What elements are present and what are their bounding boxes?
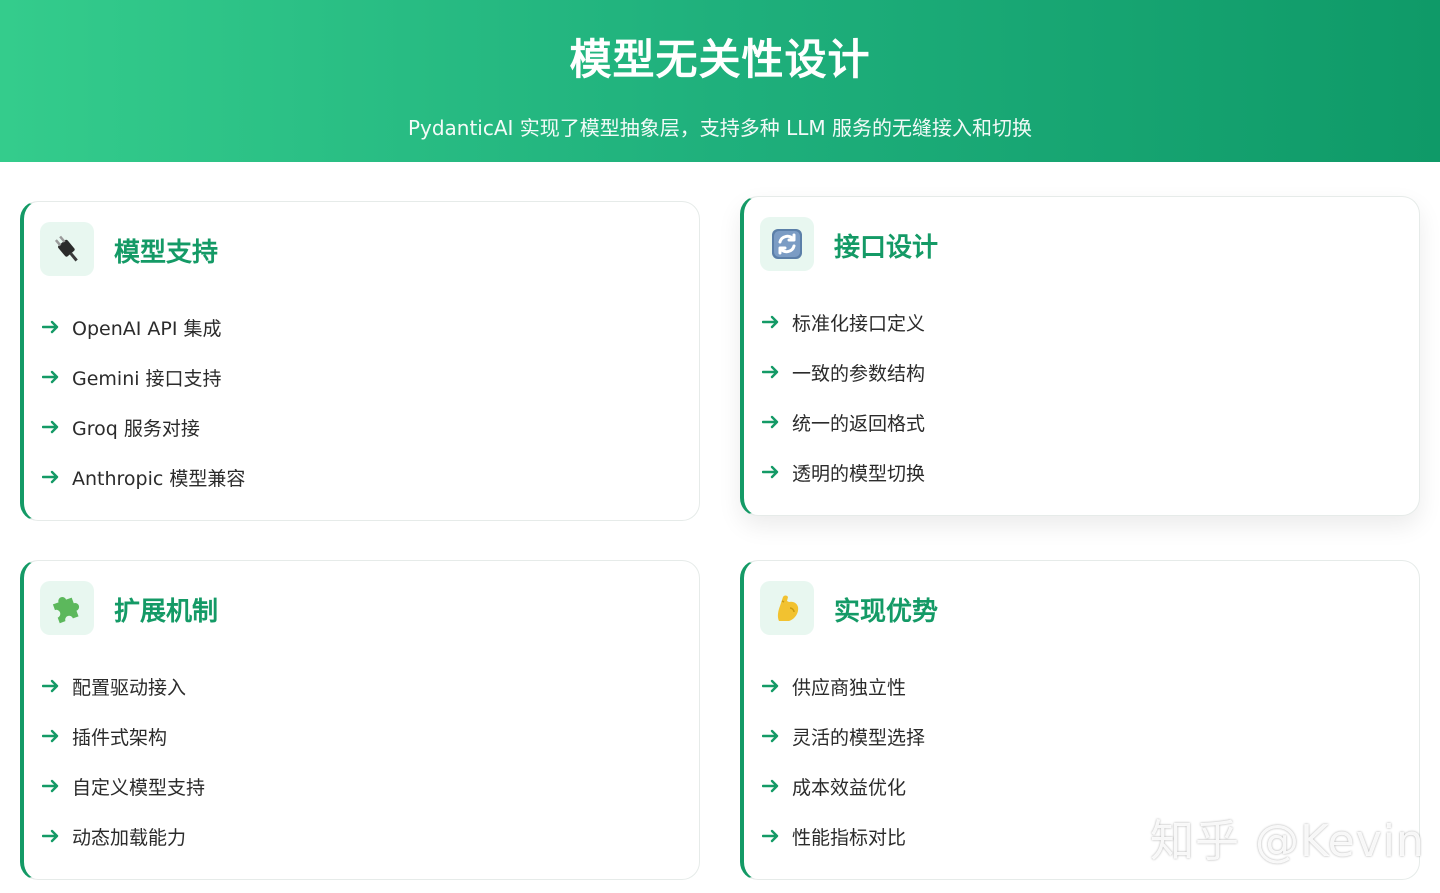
list-item: 配置驱动接入 xyxy=(42,661,205,711)
list-item: 供应商独立性 xyxy=(762,661,925,711)
arrow-right-icon xyxy=(42,320,59,334)
arrow-right-icon xyxy=(42,679,59,693)
list-item: 统一的返回格式 xyxy=(762,397,925,447)
card-interface-design: 接口设计 标准化接口定义 一致的参数结构 统一的返回格式 透明的模型切换 xyxy=(740,196,1420,516)
plug-icon xyxy=(40,222,94,276)
page-header: 模型无关性设计 PydanticAI 实现了模型抽象层，支持多种 LLM 服务的… xyxy=(0,0,1440,162)
arrow-right-icon xyxy=(762,365,779,379)
refresh-icon xyxy=(760,217,814,271)
card-title: 接口设计 xyxy=(834,233,939,263)
list-item-text: 一致的参数结构 xyxy=(792,362,926,385)
list-item-text: 配置驱动接入 xyxy=(72,676,187,699)
arrow-right-icon xyxy=(762,779,779,793)
page-title: 模型无关性设计 xyxy=(569,35,871,84)
list-item-text: 统一的返回格式 xyxy=(792,412,926,435)
card-extension-mechanism: 扩展机制 配置驱动接入 插件式架构 自定义模型支持 动态加载能力 xyxy=(20,560,700,880)
feature-list: 配置驱动接入 插件式架构 自定义模型支持 动态加载能力 xyxy=(42,661,205,861)
list-item-text: 动态加载能力 xyxy=(72,826,187,849)
list-item: 一致的参数结构 xyxy=(762,347,925,397)
list-item: 自定义模型支持 xyxy=(42,761,205,811)
arrow-right-icon xyxy=(762,829,779,843)
list-item-text: 成本效益优化 xyxy=(792,776,907,799)
page-subtitle: PydanticAI 实现了模型抽象层，支持多种 LLM 服务的无缝接入和切换 xyxy=(407,116,1033,140)
arrow-right-icon xyxy=(762,315,779,329)
list-item-text: 自定义模型支持 xyxy=(72,776,206,799)
card-title: 模型支持 xyxy=(114,238,219,268)
list-item: Anthropic 模型兼容 xyxy=(42,452,245,502)
watermark: 知乎 @Kevin xyxy=(1150,816,1425,867)
card-title: 实现优势 xyxy=(834,597,939,627)
list-item: 成本效益优化 xyxy=(762,761,925,811)
list-item-text: 供应商独立性 xyxy=(792,676,907,699)
list-item-text: 灵活的模型选择 xyxy=(792,726,926,749)
list-item: 灵活的模型选择 xyxy=(762,711,925,761)
arrow-right-icon xyxy=(42,470,59,484)
muscle-icon xyxy=(760,581,814,635)
arrow-right-icon xyxy=(42,370,59,384)
arrow-right-icon xyxy=(42,829,59,843)
arrow-right-icon xyxy=(762,465,779,479)
list-item-text: Gemini 接口支持 xyxy=(72,367,222,390)
list-item: Groq 服务对接 xyxy=(42,402,245,452)
list-item-text: Anthropic 模型兼容 xyxy=(72,467,246,490)
list-item: 动态加载能力 xyxy=(42,811,205,861)
feature-list: 供应商独立性 灵活的模型选择 成本效益优化 性能指标对比 xyxy=(762,661,925,861)
list-item-text: 性能指标对比 xyxy=(792,826,907,849)
arrow-right-icon xyxy=(762,729,779,743)
arrow-right-icon xyxy=(762,679,779,693)
list-item: 标准化接口定义 xyxy=(762,297,925,347)
list-item: 插件式架构 xyxy=(42,711,205,761)
list-item-text: 插件式架构 xyxy=(72,726,168,749)
arrow-right-icon xyxy=(762,415,779,429)
list-item-text: 透明的模型切换 xyxy=(792,462,926,485)
list-item: 透明的模型切换 xyxy=(762,447,925,497)
puzzle-icon xyxy=(40,581,94,635)
list-item: OpenAI API 集成 xyxy=(42,302,245,352)
card-model-support: 模型支持 OpenAI API 集成 Gemini 接口支持 Groq 服务对接… xyxy=(20,201,700,521)
list-item-text: Groq 服务对接 xyxy=(72,417,200,440)
list-item: 性能指标对比 xyxy=(762,811,925,861)
arrow-right-icon xyxy=(42,729,59,743)
card-title: 扩展机制 xyxy=(114,597,219,627)
feature-list: OpenAI API 集成 Gemini 接口支持 Groq 服务对接 Anth… xyxy=(42,302,245,502)
feature-list: 标准化接口定义 一致的参数结构 统一的返回格式 透明的模型切换 xyxy=(762,297,925,497)
list-item: Gemini 接口支持 xyxy=(42,352,245,402)
list-item-text: OpenAI API 集成 xyxy=(72,317,222,340)
arrow-right-icon xyxy=(42,779,59,793)
arrow-right-icon xyxy=(42,420,59,434)
list-item-text: 标准化接口定义 xyxy=(792,312,926,335)
